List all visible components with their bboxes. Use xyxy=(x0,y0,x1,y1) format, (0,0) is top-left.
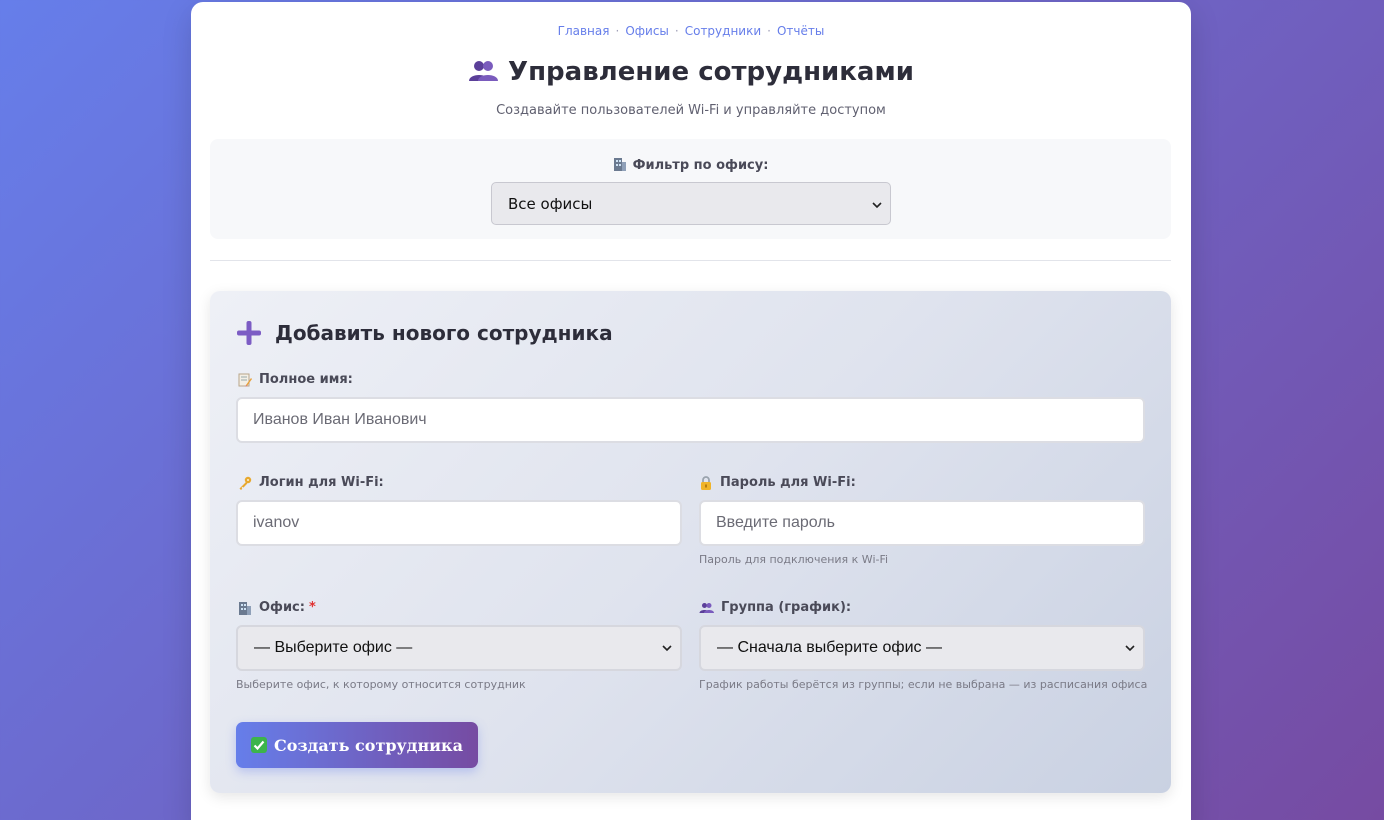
breadcrumb: Главная · Офисы · Сотрудники · Отчёты xyxy=(191,24,1191,38)
office-select-value: — Выберите офис — xyxy=(254,639,413,656)
login-label: Логин для Wi-Fi: xyxy=(259,475,384,490)
page-title: Управление сотрудниками xyxy=(508,57,914,87)
office-filter-select[interactable]: Все офисы xyxy=(491,182,891,225)
password-label: Пароль для Wi-Fi: xyxy=(720,475,856,490)
section-divider xyxy=(210,260,1171,261)
people-icon xyxy=(699,602,714,614)
breadcrumb-separator: · xyxy=(767,24,771,38)
nav-link-home[interactable]: Главная xyxy=(558,24,610,38)
full-name-input[interactable] xyxy=(236,397,1145,443)
breadcrumb-separator: · xyxy=(674,24,679,38)
office-filter-label: Фильтр по офису: xyxy=(632,158,769,173)
office-building-icon xyxy=(238,601,252,615)
password-label-row: Пароль для Wi-Fi: xyxy=(699,475,856,490)
office-filter-value: Все офисы xyxy=(508,194,593,213)
main-card: Главная · Офисы · Сотрудники · Отчёты Управлен… xyxy=(191,2,1191,820)
add-employee-form: Добавить нового сотрудника Полное имя: И… xyxy=(210,291,1171,793)
chevron-down-icon xyxy=(662,639,672,657)
lock-icon xyxy=(699,475,713,490)
required-mark: * xyxy=(308,600,316,615)
page-subtitle: Создавайте пользователей Wi-Fi и управля… xyxy=(496,103,886,118)
full-name-label-row: Полное имя: xyxy=(238,372,353,387)
nav-link-employees[interactable]: Сотрудники xyxy=(685,24,761,38)
chevron-down-icon xyxy=(1125,639,1135,657)
login-input[interactable] xyxy=(236,500,682,546)
password-hint: Пароль для подключения к Wi-Fi xyxy=(699,553,889,566)
group-label: Группа (график): xyxy=(721,600,852,615)
password-input[interactable] xyxy=(699,500,1145,546)
group-select-value: — Сначала выберите офис — xyxy=(717,639,942,656)
form-title-row: Добавить нового сотрудника xyxy=(237,321,613,345)
office-building-icon xyxy=(613,157,627,175)
form-title: Добавить нового сотрудника xyxy=(275,321,613,345)
full-name-label: Полное имя: xyxy=(259,372,353,387)
breadcrumb-separator: · xyxy=(615,24,620,38)
login-label-row: Логин для Wi-Fi: xyxy=(238,475,384,490)
office-label: Офис: xyxy=(259,600,305,615)
key-icon xyxy=(238,476,252,490)
nav-link-reports[interactable]: Отчёты xyxy=(777,24,824,38)
group-label-row: Группа (график): xyxy=(699,600,851,615)
create-employee-button[interactable]: Создать сотрудника xyxy=(236,722,478,768)
people-icon xyxy=(468,59,499,90)
create-employee-label: Создать сотрудника xyxy=(274,735,463,755)
office-filter-panel: Фильтр по офису: Все офисы xyxy=(210,139,1171,239)
office-label-row: Офис: * xyxy=(238,600,316,615)
group-select[interactable]: — Сначала выберите офис — xyxy=(699,625,1145,671)
office-filter-label-row: Фильтр по офису: xyxy=(210,157,1171,175)
check-mark-icon xyxy=(251,737,268,753)
chevron-down-icon xyxy=(872,195,882,213)
memo-icon xyxy=(238,373,252,387)
nav-link-offices[interactable]: Офисы xyxy=(625,24,669,38)
office-select[interactable]: — Выберите офис — xyxy=(236,625,682,671)
page-title-row: Управление сотрудниками xyxy=(191,57,1191,90)
group-hint: График работы берётся из группы; если не… xyxy=(699,678,1148,691)
plus-icon xyxy=(237,321,261,345)
office-hint: Выберите офис, к которому относится сотр… xyxy=(236,678,526,691)
